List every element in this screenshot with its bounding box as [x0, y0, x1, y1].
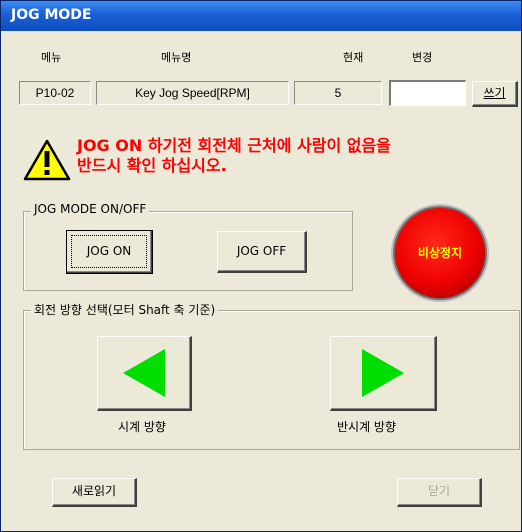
param-current-value: 5: [294, 81, 382, 105]
focus-rect: [71, 235, 147, 268]
window-title: JOG MODE: [1, 1, 521, 31]
header-menu-name: 메뉴명: [161, 51, 192, 64]
counterclockwise-button[interactable]: [330, 336, 437, 411]
change-value-input[interactable]: [389, 80, 466, 106]
arrow-left-icon: [123, 349, 165, 397]
header-menu: 메뉴: [41, 51, 62, 64]
clockwise-label: 시계 방향: [118, 420, 166, 434]
jog-off-button[interactable]: JOG OFF: [217, 231, 307, 273]
param-name: Key Jog Speed[RPM]: [96, 81, 289, 105]
clockwise-button[interactable]: [97, 336, 192, 411]
reload-button[interactable]: 새로읽기: [52, 478, 137, 507]
write-button[interactable]: 쓰기: [472, 81, 518, 107]
warning-message: JOG ON 하기전 회전체 근처에 사람이 없음을 반드시 확인 하십시오.: [77, 136, 517, 176]
jog-on-button[interactable]: JOG ON: [66, 230, 153, 274]
header-change: 변경: [412, 51, 433, 64]
param-code: P10-02: [19, 81, 91, 105]
rotation-direction-group-label: 회전 방향 선택(모터 Shaft 축 기준): [31, 301, 219, 318]
warning-line-1: JOG ON 하기전 회전체 근처에 사람이 없음을: [77, 136, 391, 155]
jog-mode-window: JOG MODE 메뉴 메뉴명 현재 변경 P10-02 Key Jog Spe…: [0, 0, 522, 532]
jog-mode-group-label: JOG MODE ON/OFF: [31, 202, 150, 216]
warning-triangle-icon: [23, 139, 71, 181]
counterclockwise-label: 반시계 방향: [337, 420, 397, 434]
arrow-right-icon: [362, 349, 404, 397]
warning-line-2: 반드시 확인 하십시오.: [77, 156, 227, 175]
close-button[interactable]: 닫기: [397, 478, 482, 507]
header-current: 현재: [343, 51, 364, 64]
emergency-stop-button[interactable]: 비상정지: [393, 206, 487, 300]
